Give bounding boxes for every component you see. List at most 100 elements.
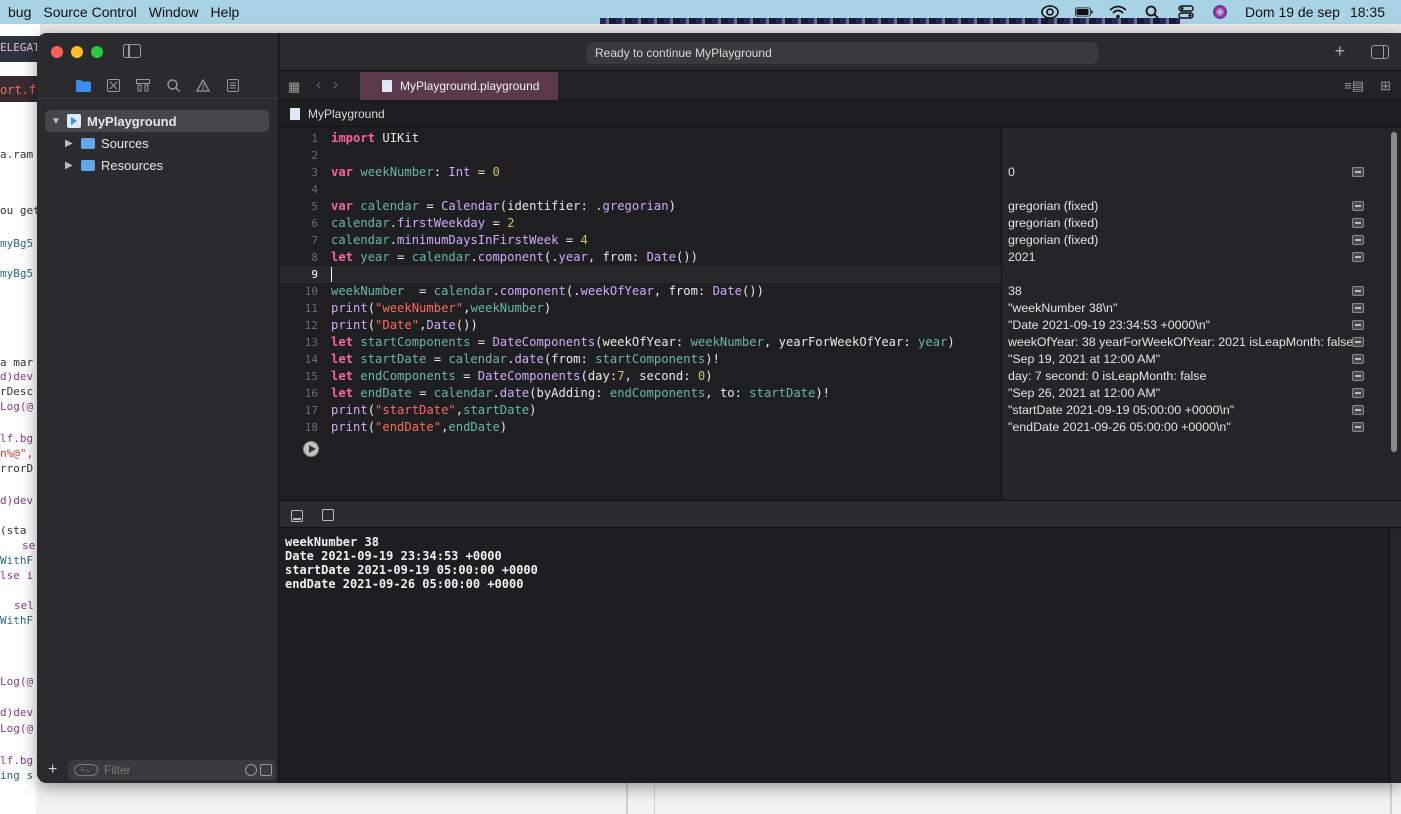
console-output[interactable]: weekNumber 38 Date 2021-09-19 23:34:53 +…	[280, 529, 1401, 783]
control-center-icon[interactable]	[1177, 4, 1195, 20]
quick-look-icon[interactable]	[1352, 320, 1364, 330]
code-line[interactable]: 3 var weekNumber: Int = 0	[280, 164, 1001, 181]
menubar-time[interactable]: 18:35	[1350, 4, 1385, 20]
jump-bar[interactable]: MyPlayground	[280, 101, 1401, 127]
code-line[interactable]: 18 print("endDate",endDate)	[280, 419, 1001, 436]
quick-look-icon[interactable]	[1352, 388, 1364, 398]
code-line[interactable]: 12 print("Date",Date())	[280, 317, 1001, 334]
code-editor[interactable]: 1 import UIKit 2 3 var weekNumber: Int = 0…	[280, 128, 1001, 500]
code-line[interactable]: 13 let startComponents = DateComponents(w…	[280, 334, 1001, 351]
chevron-right-icon[interactable]: ▶	[65, 138, 77, 149]
menu-window[interactable]: Window	[149, 4, 199, 20]
tab-label: MyPlayground.playground	[400, 79, 540, 93]
result-row[interactable]: 38	[1008, 283, 1390, 300]
quick-look-icon[interactable]	[1352, 235, 1364, 245]
grid-icon[interactable]: ▦	[288, 79, 300, 95]
show-console-icon[interactable]	[322, 509, 334, 521]
back-icon[interactable]: ‹	[316, 76, 321, 93]
tree-item-resources[interactable]: ▶ Resources	[45, 154, 269, 176]
result-row[interactable]: gregorian (fixed)	[1008, 215, 1390, 232]
result-row[interactable]: day: 7 second: 0 isLeapMonth: false	[1008, 368, 1390, 385]
code-line[interactable]: 11 print("weekNumber",weekNumber)	[280, 300, 1001, 317]
code-line[interactable]: 10 weekNumber = calendar.component(.weekO…	[280, 283, 1001, 300]
console-line: Date 2021-09-19 23:34:53 +0000	[285, 549, 502, 563]
zoom-button[interactable]	[91, 46, 103, 58]
quick-look-icon[interactable]	[1352, 422, 1364, 432]
quick-look-icon[interactable]	[1352, 405, 1364, 415]
result-row[interactable]: "Sep 26, 2021 at 12:00 AM"	[1008, 385, 1390, 402]
quick-look-icon[interactable]	[1352, 167, 1364, 177]
minimize-button[interactable]	[71, 46, 83, 58]
menu-debug[interactable]: bug	[8, 4, 31, 20]
quick-look-icon[interactable]	[1352, 337, 1364, 347]
result-row[interactable]: 2021	[1008, 249, 1390, 266]
run-playground-button[interactable]	[303, 441, 319, 457]
quick-look-icon[interactable]	[1352, 371, 1364, 381]
results-scrollbar[interactable]	[1391, 132, 1397, 452]
quick-look-icon[interactable]	[1352, 201, 1364, 211]
code-line[interactable]: 16 let endDate = calendar.date(byAdding: …	[280, 385, 1001, 402]
result-row[interactable]: 0	[1008, 164, 1390, 181]
sidebar-toggle-icon[interactable]	[123, 44, 141, 58]
filter-input[interactable]: ≡⌄ Filter	[68, 760, 276, 780]
library-plus-icon[interactable]: +	[1334, 41, 1345, 62]
result-row[interactable]: "startDate 2021-09-19 05:00:00 +0000\n"	[1008, 402, 1390, 419]
quick-look-icon[interactable]	[1352, 252, 1364, 262]
siri-icon[interactable]	[1211, 4, 1229, 20]
report-icon[interactable]	[225, 78, 241, 94]
code-line[interactable]: 7 calendar.minimumDaysInFirstWeek = 4	[280, 232, 1001, 249]
menu-source-control[interactable]: Source Control	[43, 4, 136, 20]
tab-myplayground[interactable]: MyPlayground.playground	[360, 72, 558, 100]
symbol-icon[interactable]	[135, 78, 151, 94]
result-row[interactable]: "weekNumber 38\n"	[1008, 300, 1390, 317]
code-line[interactable]: 5 var calendar = Calendar(identifier: .gr…	[280, 198, 1001, 215]
forward-icon[interactable]: ›	[333, 76, 338, 93]
result-value: "Sep 19, 2021 at 12:00 AM"	[1008, 352, 1161, 366]
find-icon[interactable]	[165, 78, 181, 94]
editor-options-icon[interactable]: ≡▤	[1344, 78, 1364, 94]
creative-cloud-icon[interactable]	[1041, 4, 1059, 20]
tree-item-myplayground[interactable]: ▼ MyPlayground	[45, 110, 269, 132]
close-button[interactable]	[51, 46, 63, 58]
issue-icon[interactable]	[195, 78, 211, 94]
hide-debug-area-icon[interactable]	[291, 510, 303, 522]
quick-look-icon[interactable]	[1352, 218, 1364, 228]
filter-options-icon[interactable]: ≡⌄	[74, 764, 98, 776]
add-editor-icon[interactable]: ⊞	[1380, 78, 1391, 94]
result-row[interactable]: "Sep 19, 2021 at 12:00 AM"	[1008, 351, 1390, 368]
add-icon[interactable]: +	[48, 761, 62, 779]
background-text: d)dev	[0, 706, 34, 719]
wifi-icon[interactable]	[1109, 4, 1127, 20]
console-scrollbar[interactable]	[1389, 529, 1401, 783]
breadcrumb[interactable]: MyPlayground	[308, 107, 385, 121]
code-line[interactable]: 2	[280, 147, 1001, 164]
quick-look-icon[interactable]	[1352, 303, 1364, 313]
code-line[interactable]: 15 let endComponents = DateComponents(day…	[280, 368, 1001, 385]
chevron-right-icon[interactable]: ▶	[65, 160, 77, 171]
chevron-down-icon[interactable]: ▼	[51, 116, 63, 127]
folder-icon[interactable]	[75, 78, 91, 94]
result-row[interactable]: gregorian (fixed)	[1008, 198, 1390, 215]
code-line[interactable]: 6 calendar.firstWeekday = 2	[280, 215, 1001, 232]
source-control-icon[interactable]	[105, 78, 121, 94]
result-row[interactable]: "endDate 2021-09-26 05:00:00 +0000\n"	[1008, 419, 1390, 436]
search-icon[interactable]	[1143, 4, 1161, 20]
quick-look-icon[interactable]	[1352, 354, 1364, 364]
result-row[interactable]: weekOfYear: 38 yearForWeekOfYear: 2021 i…	[1008, 334, 1390, 351]
code-line[interactable]: 8 let year = calendar.component(.year, fr…	[280, 249, 1001, 266]
menubar-date[interactable]: Dom 19 de sep	[1245, 4, 1340, 20]
code-line[interactable]: 4	[280, 181, 1001, 198]
result-row[interactable]: gregorian (fixed)	[1008, 232, 1390, 249]
result-row[interactable]: "Date 2021-09-19 23:34:53 +0000\n"	[1008, 317, 1390, 334]
source-control-filter-icon[interactable]	[260, 764, 272, 776]
code-line[interactable]: 9	[280, 266, 1001, 283]
code-line[interactable]: 14 let startDate = calendar.date(from: st…	[280, 351, 1001, 368]
quick-look-icon[interactable]	[1352, 286, 1364, 296]
tree-item-sources[interactable]: ▶ Sources	[45, 132, 269, 154]
inspector-toggle-icon[interactable]	[1371, 45, 1389, 59]
code-line[interactable]: 1 import UIKit	[280, 130, 1001, 147]
battery-icon[interactable]	[1075, 4, 1093, 20]
menu-help[interactable]: Help	[211, 4, 240, 20]
recent-files-icon[interactable]	[245, 764, 257, 776]
code-line[interactable]: 17 print("startDate",startDate)	[280, 402, 1001, 419]
